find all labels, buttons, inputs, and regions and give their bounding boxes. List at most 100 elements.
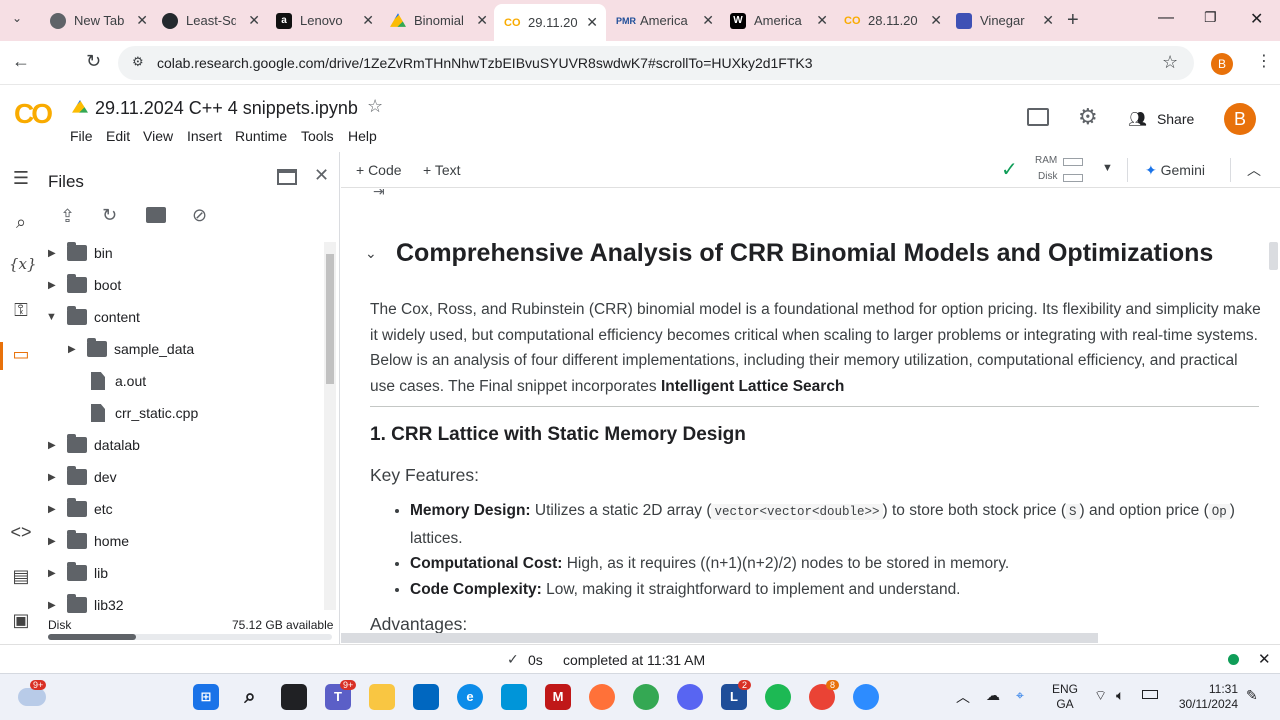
tree-item-folder-expanded[interactable]: ▼ content <box>46 303 140 331</box>
reload-icon[interactable]: ↻ <box>86 51 101 72</box>
caret-right-icon[interactable]: ▶ <box>68 344 78 355</box>
comments-icon[interactable] <box>1027 108 1049 126</box>
address-bar[interactable]: ⚙ colab.research.google.com/drive/1ZeZvR… <box>118 46 1194 80</box>
caret-right-icon[interactable]: ▶ <box>48 600 58 611</box>
table-of-contents-icon[interactable]: ☰ <box>9 168 33 192</box>
file-explorer-icon[interactable] <box>369 684 395 710</box>
browser-menu-icon[interactable]: ⋮ <box>1256 51 1272 71</box>
share-button[interactable]: 👥︎ Share <box>1128 110 1194 128</box>
menu-file[interactable]: File <box>70 128 93 144</box>
search-icon[interactable]: ⌕ <box>9 212 33 236</box>
tree-item-folder[interactable]: ▶ home <box>48 527 129 555</box>
secrets-key-icon[interactable]: ⚿ <box>9 300 33 324</box>
browser-tab[interactable]: Least-Sq ✕ <box>152 6 268 35</box>
tree-item-folder[interactable]: ▶ datalab <box>48 431 140 459</box>
edge-icon[interactable]: e <box>457 684 483 710</box>
weather-icon[interactable] <box>18 688 46 706</box>
tree-item-file[interactable]: a.out <box>88 367 146 395</box>
caret-right-icon[interactable]: ▶ <box>48 248 58 259</box>
minimize-icon[interactable]: — <box>1158 9 1174 27</box>
close-tab-icon[interactable]: ✕ <box>248 12 260 29</box>
notebook-title[interactable]: 29.11.2024 C++ 4 snippets.ipynb <box>95 98 358 119</box>
open-in-tab-icon[interactable] <box>277 169 297 185</box>
language-indicator[interactable]: ENG GA <box>1052 682 1078 712</box>
account-avatar[interactable]: B <box>1224 103 1256 135</box>
clock[interactable]: 11:31 30/11/2024 <box>1174 682 1238 712</box>
menu-view[interactable]: View <box>143 128 173 144</box>
task-view-icon[interactable] <box>281 684 307 710</box>
tree-item-folder[interactable]: ▶ boot <box>48 271 121 299</box>
close-tab-icon[interactable]: ✕ <box>930 12 942 29</box>
menu-edit[interactable]: Edit <box>106 128 130 144</box>
taskbar-search-icon[interactable]: ⌕ <box>237 684 263 710</box>
notification-icon[interactable]: ✎ <box>1246 687 1258 704</box>
caret-right-icon[interactable]: ▶ <box>48 568 58 579</box>
notebook-vertical-scrollbar-thumb[interactable] <box>1269 242 1278 270</box>
close-tab-icon[interactable]: ✕ <box>702 12 714 29</box>
notebook-horizontal-scrollbar[interactable] <box>341 633 1098 643</box>
close-panel-icon[interactable]: ✕ <box>314 165 329 186</box>
caret-right-icon[interactable]: ▶ <box>48 504 58 515</box>
start-windows-icon[interactable]: ⊞ <box>193 684 219 710</box>
menu-runtime[interactable]: Runtime <box>235 128 287 144</box>
app-blue-icon[interactable] <box>501 684 527 710</box>
mcafee-icon[interactable]: M <box>545 684 571 710</box>
files-scrollbar-thumb[interactable] <box>326 254 334 384</box>
wifi-icon[interactable]: ⌔ <box>1094 687 1107 705</box>
browser-tab[interactable]: Binomial ✕ <box>380 6 496 35</box>
browser-tab[interactable]: PMR America ✕ <box>606 6 722 35</box>
tree-item-folder[interactable]: ▶ dev <box>48 463 117 491</box>
zoom-icon[interactable] <box>853 684 879 710</box>
restore-icon[interactable]: ❐ <box>1204 9 1217 26</box>
files-scrollbar[interactable] <box>324 242 336 610</box>
section-collapse-chevron-icon[interactable]: ⌄ <box>365 245 377 262</box>
store-icon[interactable] <box>413 684 439 710</box>
show-hidden-icons-chevron-icon[interactable]: ︿ <box>956 687 970 707</box>
url-text[interactable]: colab.research.google.com/drive/1ZeZvRmT… <box>157 55 813 71</box>
menu-help[interactable]: Help <box>348 128 377 144</box>
battery-icon[interactable] <box>1142 690 1158 699</box>
output-toggle-icon[interactable]: ⇥ <box>373 189 385 200</box>
back-icon[interactable]: ← <box>12 51 30 72</box>
chrome-profile-icon[interactable] <box>633 684 659 710</box>
discord-icon[interactable] <box>677 684 703 710</box>
browser-tab[interactable]: Vinegar ✕ <box>946 6 1062 35</box>
spotify-icon[interactable] <box>765 684 791 710</box>
settings-gear-icon[interactable]: ⚙ <box>1078 104 1098 130</box>
hide-files-icon[interactable]: ⊘ <box>192 205 207 226</box>
profile-avatar[interactable]: B <box>1211 53 1233 75</box>
browser-tab-active[interactable]: CO 29.11.20 ✕ <box>494 4 606 41</box>
caret-down-icon[interactable]: ▼ <box>46 311 57 323</box>
close-tab-icon[interactable]: ✕ <box>136 12 148 29</box>
tree-item-folder[interactable]: ▶ lib32 <box>48 591 124 619</box>
notebook-content[interactable]: ⇥ ⌄ Comprehensive Analysis of CRR Binomi… <box>341 189 1280 644</box>
close-tab-icon[interactable]: ✕ <box>816 12 828 29</box>
tree-item-file[interactable]: crr_static.cpp <box>88 399 198 427</box>
add-code-button[interactable]: + Code <box>356 162 402 178</box>
gemini-button[interactable]: ✦ Gemini <box>1145 162 1205 179</box>
tree-item-folder[interactable]: ▶ sample_data <box>68 335 194 363</box>
close-tab-icon[interactable]: ✕ <box>586 14 598 31</box>
refresh-icon[interactable]: ↻ <box>102 205 117 226</box>
menu-tools[interactable]: Tools <box>301 128 334 144</box>
new-tab-plus-icon[interactable]: + <box>1067 9 1079 32</box>
add-text-button[interactable]: + Text <box>423 162 461 178</box>
browser-tab[interactable]: a Lenovo ✕ <box>266 6 382 35</box>
terminal-icon[interactable]: ▣ <box>9 610 33 634</box>
browser-tab[interactable]: W America ✕ <box>720 6 836 35</box>
caret-right-icon[interactable]: ▶ <box>48 440 58 451</box>
browser-tab[interactable]: New Tab ✕ <box>40 6 156 35</box>
bookmark-star-icon[interactable]: ☆ <box>1162 52 1178 73</box>
close-tab-icon[interactable]: ✕ <box>362 12 374 29</box>
window-close-icon[interactable]: ✕ <box>1250 9 1263 29</box>
close-tab-icon[interactable]: ✕ <box>476 12 488 29</box>
menu-insert[interactable]: Insert <box>187 128 222 144</box>
tree-item-folder[interactable]: ▶ bin <box>48 239 113 267</box>
resources-dropdown-icon[interactable]: ▼ <box>1102 162 1113 174</box>
status-close-icon[interactable]: ✕ <box>1258 650 1271 668</box>
collapse-header-chevron-up-icon[interactable]: ︿ <box>1247 160 1261 180</box>
onedrive-icon[interactable]: ☁ <box>986 687 1000 704</box>
variables-icon[interactable]: {x} <box>9 255 37 279</box>
caret-right-icon[interactable]: ▶ <box>48 280 58 291</box>
upload-file-icon[interactable]: ⇪ <box>60 206 75 227</box>
